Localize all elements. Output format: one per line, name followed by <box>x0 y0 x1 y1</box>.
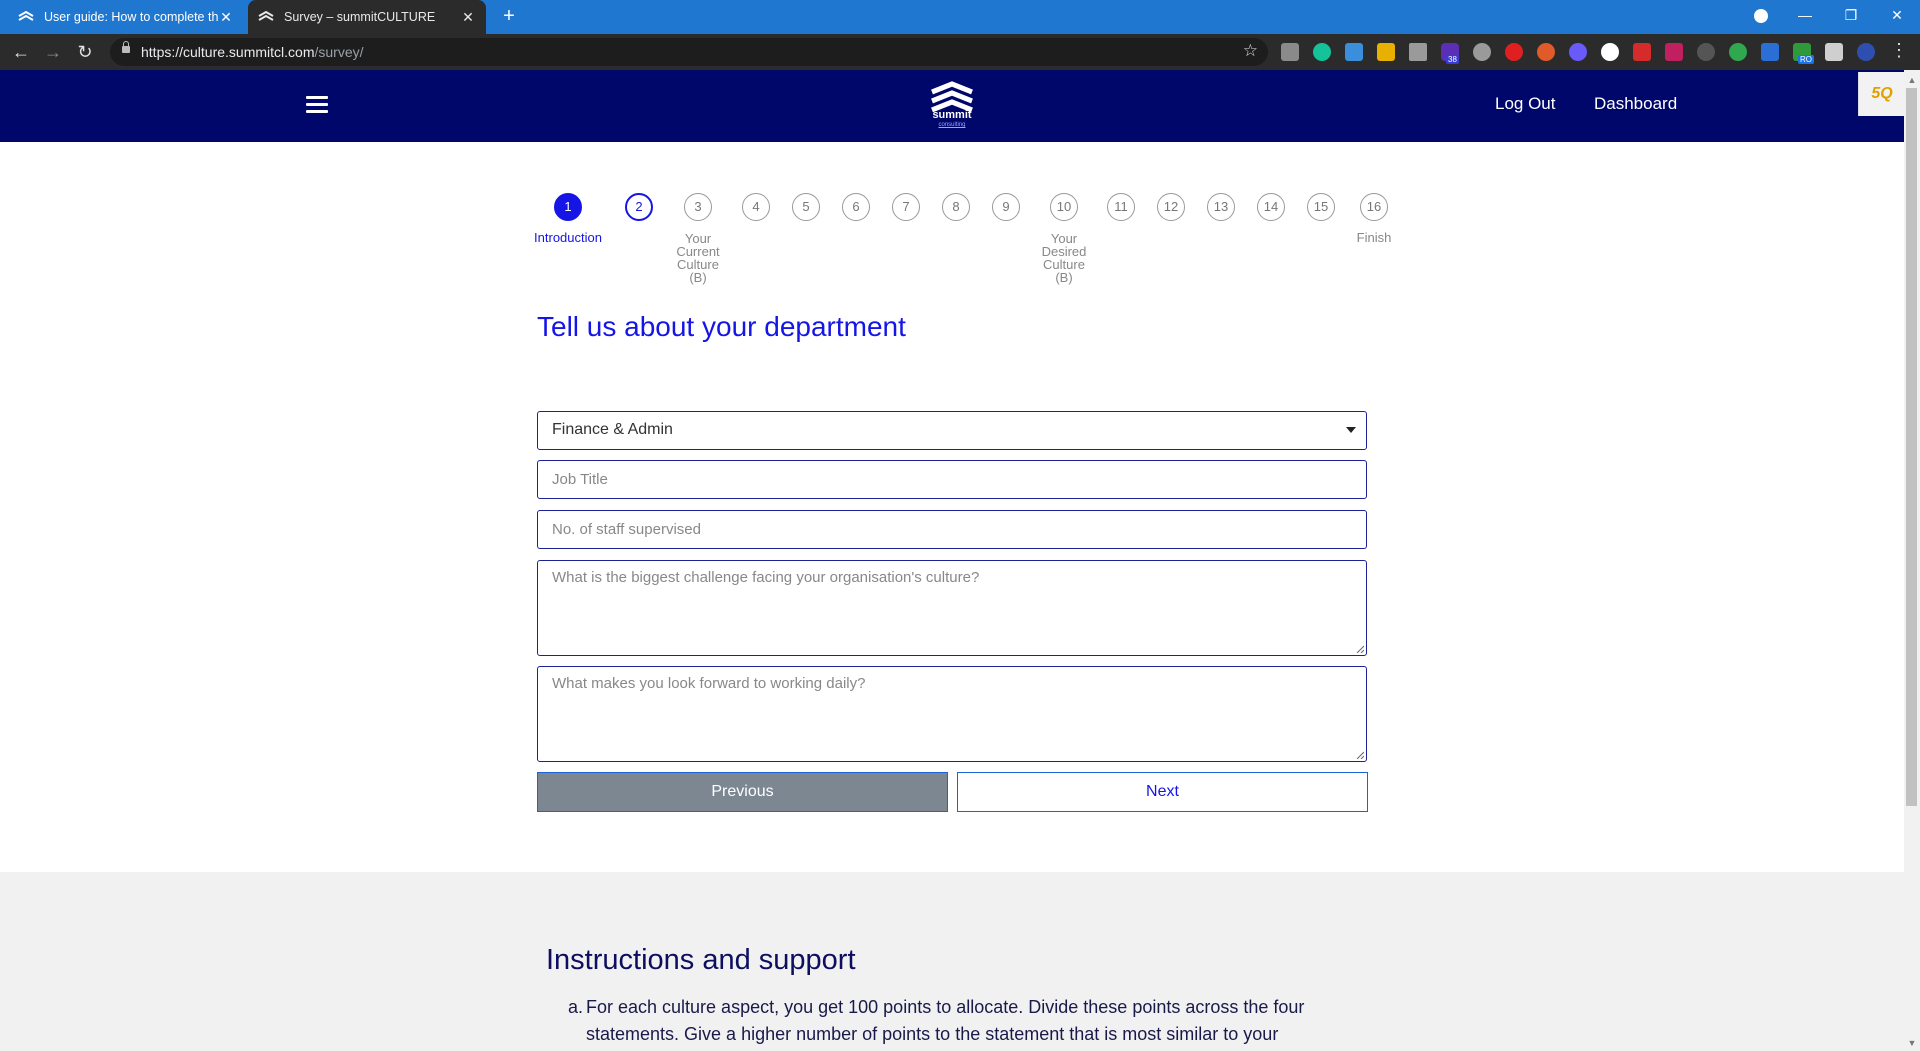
step-13[interactable]: 13 <box>1207 193 1235 221</box>
dashboard-link[interactable]: Dashboard <box>1594 94 1677 114</box>
staff-supervised-input[interactable] <box>537 510 1367 549</box>
previous-button[interactable]: Previous <box>537 772 948 812</box>
w-extension-icon[interactable] <box>1601 43 1619 61</box>
profile-avatar-icon[interactable] <box>1857 43 1875 61</box>
notes-badge: 38 <box>1446 55 1459 64</box>
step-16[interactable]: 16 <box>1360 193 1388 221</box>
step-7[interactable]: 7 <box>892 193 920 221</box>
scroll-up-arrow-icon[interactable]: ▲ <box>1904 72 1920 88</box>
close-tab-icon[interactable]: ✕ <box>218 9 234 26</box>
browser-tab-survey[interactable]: Survey – summitCULTURE ✕ <box>248 0 486 34</box>
url-omnibox[interactable]: https://culture.summitcl.com/survey/ ☆ <box>110 38 1268 66</box>
step-6[interactable]: 6 <box>842 193 870 221</box>
look-forward-textarea[interactable] <box>537 666 1367 762</box>
profile-dropdown-icon[interactable] <box>1738 0 1784 34</box>
instructions-section: Instructions and support a. For each cul… <box>0 872 1904 1051</box>
tab-label: User guide: How to complete the <box>44 10 218 24</box>
instruction-item: a. For each culture aspect, you get 100 … <box>568 994 1348 1048</box>
hamburger-menu-icon[interactable] <box>306 96 328 114</box>
step-label-current-culture: Your Current Culture (B) <box>676 231 720 285</box>
instruction-text: For each culture aspect, you get 100 poi… <box>586 997 1305 1044</box>
stop-extension-icon[interactable] <box>1505 43 1523 61</box>
step-8[interactable]: 8 <box>942 193 970 221</box>
step-9[interactable]: 9 <box>992 193 1020 221</box>
step-label-desired-culture: Your Desired Culture (B) <box>1041 231 1087 285</box>
window-close-icon[interactable]: ✕ <box>1874 0 1920 34</box>
5q-extension-icon[interactable] <box>1377 43 1395 61</box>
adblock-extension-icon[interactable] <box>1473 43 1491 61</box>
step-14[interactable]: 14 <box>1257 193 1285 221</box>
browser-menu-icon[interactable]: ⋮ <box>1890 40 1908 60</box>
bookmark-star-icon[interactable]: ☆ <box>1243 41 1258 61</box>
circle-extension-icon[interactable] <box>1697 43 1715 61</box>
new-tab-plus-icon[interactable]: + <box>498 4 520 28</box>
instruction-marker: a. <box>568 997 584 1017</box>
step-15[interactable]: 15 <box>1307 193 1335 221</box>
url-text: https://culture.summitcl.com/survey/ <box>141 44 364 60</box>
step-label-finish: Finish <box>1356 230 1392 245</box>
step-label-introduction: Introduction <box>534 230 602 245</box>
back-arrow-icon[interactable]: ← <box>6 37 36 67</box>
site-header: summit consulting Log Out Dashboard <box>0 70 1904 142</box>
translate-extension-icon[interactable] <box>1345 43 1363 61</box>
gear-extension-icon[interactable] <box>1569 43 1587 61</box>
resize-grip-icon[interactable] <box>1356 751 1364 759</box>
logout-link[interactable]: Log Out <box>1495 94 1556 114</box>
resize-grip-icon[interactable] <box>1356 645 1364 653</box>
grammarly-extension-icon[interactable] <box>1313 43 1331 61</box>
job-title-input[interactable] <box>537 460 1367 499</box>
browser-tab-bar: User guide: How to complete the ✕ Survey… <box>0 0 1920 34</box>
step-10[interactable]: 10 <box>1050 193 1078 221</box>
department-selected-value: Finance & Admin <box>552 421 673 438</box>
leaf-extension-icon[interactable] <box>1729 43 1747 61</box>
step-3[interactable]: 3 <box>684 193 712 221</box>
step-5[interactable]: 5 <box>792 193 820 221</box>
department-select[interactable]: Finance & Admin <box>537 411 1367 450</box>
logo-chevrons-icon <box>931 81 973 113</box>
scrollbar-thumb[interactable] <box>1906 88 1917 806</box>
close-tab-icon[interactable]: ✕ <box>460 9 476 26</box>
step-11[interactable]: 11 <box>1107 193 1135 221</box>
step-2[interactable]: 2 <box>625 193 653 221</box>
restore-icon[interactable]: ❐ <box>1828 0 1874 34</box>
address-bar-row: ← → ↻ https://culture.summitcl.com/surve… <box>0 34 1920 70</box>
summit-favicon-icon <box>258 10 274 21</box>
browser-tab-user-guide[interactable]: User guide: How to complete the ✕ <box>8 0 244 34</box>
chevron-down-icon <box>1346 427 1356 433</box>
scroll-down-arrow-icon[interactable]: ▼ <box>1904 1035 1920 1051</box>
summit-favicon-icon <box>18 10 34 21</box>
logo-text: summit <box>932 109 972 121</box>
reload-icon[interactable]: ↻ <box>70 37 100 67</box>
ro-badge: RO <box>1798 55 1814 64</box>
url-host: https://culture.summitcl.com <box>141 44 315 60</box>
camera-extension-icon[interactable] <box>1281 43 1299 61</box>
lock-icon <box>122 41 130 53</box>
gmail-extension-icon[interactable] <box>1633 43 1651 61</box>
url-path: /survey/ <box>314 44 364 60</box>
orange-extension-icon[interactable] <box>1537 43 1555 61</box>
summit-logo[interactable]: summit consulting <box>928 80 976 132</box>
paint-extension-icon[interactable] <box>1409 43 1427 61</box>
forward-arrow-icon[interactable]: → <box>38 37 68 67</box>
step-12[interactable]: 12 <box>1157 193 1185 221</box>
k-extension-icon[interactable] <box>1665 43 1683 61</box>
logo-subtext: consulting <box>938 122 966 128</box>
instructions-heading: Instructions and support <box>546 944 856 976</box>
step-4[interactable]: 4 <box>742 193 770 221</box>
puzzle-extensions-icon[interactable] <box>1825 43 1843 61</box>
check-extension-icon[interactable] <box>1761 43 1779 61</box>
next-button[interactable]: Next <box>957 772 1368 812</box>
5q-side-widget[interactable]: 5Q <box>1858 72 1905 116</box>
step-1[interactable]: 1 <box>554 193 582 221</box>
challenge-textarea[interactable] <box>537 560 1367 656</box>
tab-label: Survey – summitCULTURE <box>284 10 436 24</box>
page-title: Tell us about your department <box>537 311 906 342</box>
minimize-icon[interactable]: — <box>1782 0 1828 34</box>
